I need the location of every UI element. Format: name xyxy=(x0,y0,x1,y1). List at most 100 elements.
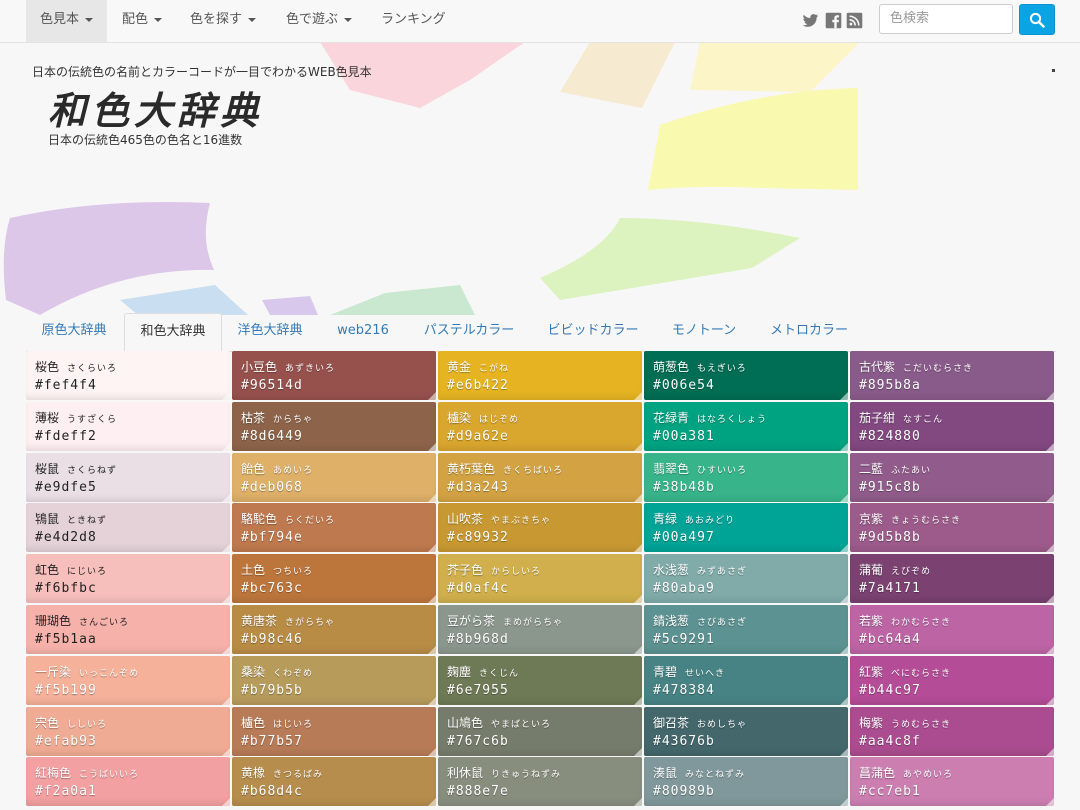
tab-web216[interactable]: web216 xyxy=(322,313,404,351)
color-swatch[interactable]: 青碧 せいへき #478384 xyxy=(644,655,848,705)
color-name-line: 枯茶 からちゃ xyxy=(241,410,436,428)
color-swatch[interactable]: 湊鼠 みなとねずみ #80989b xyxy=(644,757,848,807)
color-swatch[interactable]: 翡翠色 ひすいいろ #38b48b xyxy=(644,452,848,502)
color-swatch[interactable]: 虹色 にじいろ #f6bfbc xyxy=(26,554,230,604)
facebook-icon[interactable] xyxy=(825,12,842,29)
color-name-line: 山吹茶 やまぶきちゃ xyxy=(447,511,642,529)
color-swatch[interactable]: 桜鼠 さくらねず #e9dfe5 xyxy=(26,452,230,502)
color-swatch[interactable]: 京紫 きょうむらさき #9d5b8b xyxy=(850,503,1054,553)
color-swatch[interactable]: 薄桜 うすざくら #fdeff2 xyxy=(26,401,230,451)
site-logo[interactable]: 和色大辞典 xyxy=(48,80,263,135)
search-button[interactable] xyxy=(1019,4,1055,35)
color-swatch[interactable]: 黄橡 きつるばみ #b68d4c xyxy=(232,757,436,807)
color-hex-code: #b68d4c xyxy=(241,784,303,800)
color-name-line: 萌葱色 もえぎいろ xyxy=(653,359,848,377)
tab-japanese-colors[interactable]: 和色大辞典 xyxy=(124,313,222,352)
color-name-line: 花緑青 はなろくしょう xyxy=(653,410,848,428)
color-name: 麹塵 xyxy=(447,664,472,679)
color-swatch[interactable]: 二藍 ふたあい #915c8b xyxy=(850,452,1054,502)
color-name-line: 一斤染 いっこんぞめ xyxy=(35,664,230,682)
color-swatch[interactable]: 山吹茶 やまぶきちゃ #c89932 xyxy=(438,503,642,553)
color-swatch[interactable]: 御召茶 おめしちゃ #43676b xyxy=(644,706,848,756)
color-swatch[interactable]: 錆浅葱 さびあさぎ #5c9291 xyxy=(644,605,848,654)
color-swatch[interactable]: 枯茶 からちゃ #8d6449 xyxy=(232,401,436,451)
color-name-line: 櫨染 はじぞめ xyxy=(447,410,642,428)
color-swatch[interactable]: 櫨染 はじぞめ #d9a62e xyxy=(438,401,642,451)
color-swatch[interactable]: 紅紫 べにむらさき #b44c97 xyxy=(850,655,1054,705)
color-name: 駱駝色 xyxy=(241,512,278,527)
color-swatch[interactable]: 水浅葱 みずあさぎ #80aba9 xyxy=(644,554,848,604)
color-hex-code: #aa4c8f xyxy=(859,733,921,749)
color-swatch[interactable]: 桑染 くわぞめ #b79b5b xyxy=(232,655,436,705)
color-hex-code: #888e7e xyxy=(447,784,509,800)
color-name-line: 麹塵 きくじん xyxy=(447,664,642,682)
color-name: 黄朽葉色 xyxy=(447,461,496,476)
color-reading: はなろくしょう xyxy=(697,414,768,425)
tab-pastel-colors[interactable]: パステルカラー xyxy=(410,313,528,351)
color-swatch[interactable]: 珊瑚色 さんごいろ #f5b1aa xyxy=(26,605,230,654)
color-swatch-grid: 桜色 さくらいろ #fef4f4 小豆色 あずきいろ #96514d 黄金 こがね #e6b42… xyxy=(26,351,1056,810)
color-hex-code: #8b968d xyxy=(447,632,509,647)
color-swatch[interactable]: 菖蒲色 あやめいろ #cc7eb1 xyxy=(850,757,1054,807)
color-swatch[interactable]: 飴色 あめいろ #deb068 xyxy=(232,452,436,502)
color-hex-code: #d0af4c xyxy=(447,581,509,597)
color-reading: ひすいいろ xyxy=(697,465,748,476)
color-name-line: 桜色 さくらいろ xyxy=(35,359,230,377)
color-swatch[interactable]: 一斤染 いっこんぞめ #f5b199 xyxy=(26,655,230,705)
color-swatch[interactable]: 芥子色 からしいろ #d0af4c xyxy=(438,554,642,604)
color-swatch[interactable]: 古代紫 こだいむらさき #895b8a xyxy=(850,351,1054,400)
color-swatch[interactable]: 若紫 わかむらさき #bc64a4 xyxy=(850,605,1054,654)
color-swatch[interactable]: 梅紫 うめむらさき #aa4c8f xyxy=(850,706,1054,756)
nav-item-label: ランキング xyxy=(381,12,446,27)
tab-vivid-colors[interactable]: ビビッドカラー xyxy=(534,313,652,351)
color-swatch[interactable]: 宍色 ししいろ #efab93 xyxy=(26,706,230,756)
nav-item-find-color[interactable]: 色を探す xyxy=(176,0,270,42)
color-swatch[interactable]: 青緑 あおみどり #00a497 xyxy=(644,503,848,553)
color-swatch[interactable]: 小豆色 あずきいろ #96514d xyxy=(232,351,436,400)
color-name: 錆浅葱 xyxy=(653,614,690,628)
color-hex-code: #d9a62e xyxy=(447,428,509,444)
color-name: 櫨色 xyxy=(241,715,266,730)
color-swatch[interactable]: 鴇鼠 ときねず #e4d2d8 xyxy=(26,503,230,553)
tab-primary-colors[interactable]: 原色大辞典 xyxy=(26,313,122,351)
color-reading: えびぞめ xyxy=(891,567,932,578)
nav-item-play-with-color[interactable]: 色で遊ぶ xyxy=(272,0,366,42)
color-swatch[interactable]: 紅梅色 こうばいいろ #f2a0a1 xyxy=(26,757,230,807)
color-reading: やまぶきちゃ xyxy=(491,516,552,527)
tab-monotone[interactable]: モノトーン xyxy=(658,313,750,351)
color-swatch[interactable]: 茄子紺 なすこん #824880 xyxy=(850,401,1054,451)
color-swatch[interactable]: 山鳩色 やまばといろ #767c6b xyxy=(438,706,642,756)
color-swatch[interactable]: 駱駝色 らくだいろ #bf794e xyxy=(232,503,436,553)
search-input[interactable]: 色検索 xyxy=(879,4,1013,34)
color-swatch[interactable]: 黄金 こがね #e6b422 xyxy=(438,351,642,400)
nav-item-ranking[interactable]: ランキング xyxy=(367,0,460,42)
color-reading: からちゃ xyxy=(273,414,314,425)
color-swatch[interactable]: 土色 つちいろ #bc763c xyxy=(232,554,436,604)
color-swatch[interactable]: 花緑青 はなろくしょう #00a381 xyxy=(644,401,848,451)
color-name: 蒲葡 xyxy=(859,563,884,578)
color-swatch[interactable]: 黄朽葉色 きくちばいろ #d3a243 xyxy=(438,452,642,502)
color-reading: あめいろ xyxy=(273,465,314,476)
color-hex-code: #80989b xyxy=(653,784,715,800)
color-name: 虹色 xyxy=(35,563,60,578)
color-swatch[interactable]: 黄唐茶 きがらちゃ #b98c46 xyxy=(232,605,436,654)
color-name: 黄橡 xyxy=(241,766,266,781)
color-swatch[interactable]: 櫨色 はじいろ #b77b57 xyxy=(232,706,436,756)
rss-icon[interactable] xyxy=(846,12,863,29)
color-swatch[interactable]: 萌葱色 もえぎいろ #006e54 xyxy=(644,351,848,400)
color-name-line: 黄朽葉色 きくちばいろ xyxy=(447,461,642,479)
color-swatch[interactable]: 桜色 さくらいろ #fef4f4 xyxy=(26,351,230,400)
color-name: 御召茶 xyxy=(653,715,690,730)
color-name: 山吹茶 xyxy=(447,512,484,527)
nav-item-color-scheme[interactable]: 配色 xyxy=(108,0,176,42)
tab-metro-colors[interactable]: メトロカラー xyxy=(756,313,862,351)
color-name-line: 駱駝色 らくだいろ xyxy=(241,511,436,529)
color-swatch[interactable]: 豆がら茶 まめがらちゃ #8b968d xyxy=(438,605,642,654)
color-swatch[interactable]: 麹塵 きくじん #6e7955 xyxy=(438,655,642,705)
twitter-icon[interactable] xyxy=(802,12,819,29)
tab-western-colors[interactable]: 洋色大辞典 xyxy=(224,313,316,351)
color-swatch[interactable]: 利休鼠 りきゅうねずみ #888e7e xyxy=(438,757,642,807)
color-swatch[interactable]: 蒲葡 えびぞめ #7a4171 xyxy=(850,554,1054,604)
nav-item-color-samples[interactable]: 色見本 xyxy=(26,0,108,42)
color-reading: うすざくら xyxy=(67,414,118,425)
